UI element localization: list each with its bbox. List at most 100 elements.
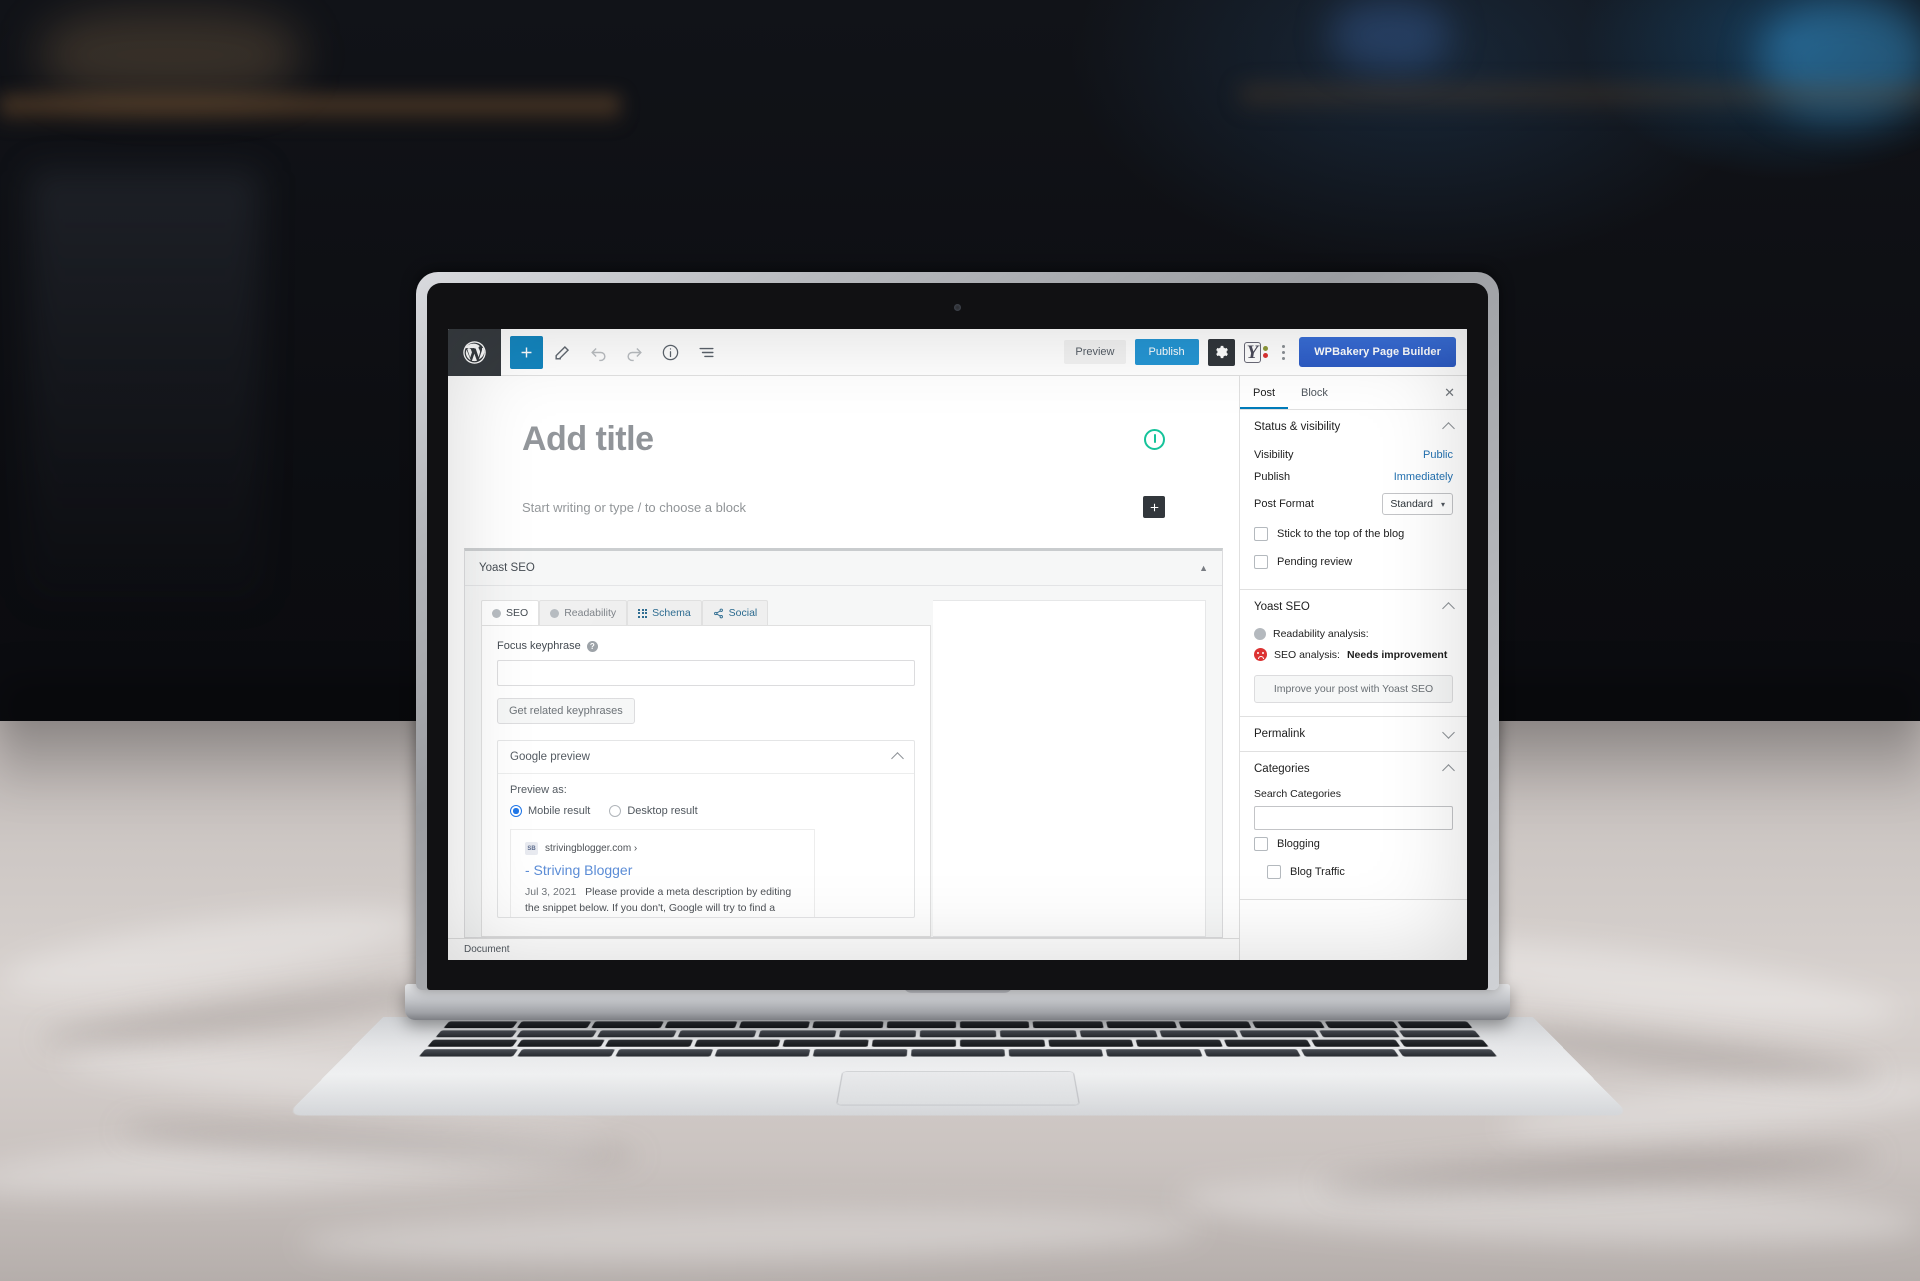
key-row [427, 1039, 1489, 1047]
seo-bullet-icon [492, 608, 501, 618]
schema-grid-icon [638, 608, 648, 618]
row-seo-analysis: SEO analysis: Needs improvement [1254, 644, 1453, 665]
metabox-header[interactable]: Yoast SEO ▲ [465, 551, 1222, 586]
serp-preview[interactable]: SB strivingblogger.com › - Striving Blog… [510, 829, 816, 917]
gray-bullet-icon [1254, 628, 1266, 640]
editor-body: Add title Start writing or type / to cho… [448, 376, 1467, 960]
visibility-value[interactable]: Public [1423, 449, 1453, 461]
get-related-keyphrases-button[interactable]: Get related keyphrases [497, 698, 635, 724]
section-status-visibility: Status & visibility Visibility Public Pu… [1240, 410, 1467, 590]
radio-mobile-result[interactable]: Mobile result [510, 805, 590, 817]
tab-social[interactable]: Social [701, 600, 769, 625]
chevron-up-icon[interactable] [1442, 602, 1455, 615]
post-title-input[interactable]: Add title [522, 420, 654, 459]
metabox-body: SEO Readability Schema Social Focus keyp… [465, 586, 1222, 937]
tab-post[interactable]: Post [1240, 376, 1288, 409]
add-block-icon[interactable] [510, 335, 543, 369]
section-permalink-header[interactable]: Permalink [1240, 717, 1467, 751]
section-categories-title: Categories [1254, 763, 1310, 775]
section-yoast-seo-header[interactable]: Yoast SEO [1240, 590, 1467, 624]
focus-keyphrase-input[interactable] [497, 660, 915, 686]
checkbox-category-blogging[interactable]: Blogging [1254, 830, 1453, 858]
tab-schema[interactable]: Schema [627, 600, 702, 625]
wpbakery-page-builder-button[interactable]: WPBakery Page Builder [1299, 337, 1456, 367]
preview-as-label: Preview as: [510, 784, 567, 796]
yoast-tabs: SEO Readability Schema Social [481, 600, 931, 625]
readability-bullet-icon [550, 608, 560, 618]
serp-date: Jul 3, 2021 [525, 886, 577, 898]
background-shelf-right [1240, 86, 1920, 108]
metabox-title: Yoast SEO [479, 562, 535, 574]
yoast-seo-metabox: Yoast SEO ▲ SEO Readability Schema Socia… [464, 548, 1223, 938]
checkbox-sticky-post[interactable]: Stick to the top of the blog [1254, 520, 1453, 548]
google-preview-header[interactable]: Google preview [498, 741, 914, 774]
chevron-down-icon[interactable] [1442, 726, 1455, 739]
background-blur-warm [40, 10, 300, 100]
chevron-down-icon: ▾ [1440, 499, 1445, 509]
laptop-lid: Preview Publish Y WPBakery Page Builder … [416, 272, 1499, 990]
close-icon[interactable]: ✕ [1432, 385, 1467, 401]
metabox-left-column: SEO Readability Schema Social Focus keyp… [481, 600, 931, 937]
radio-desktop-result[interactable]: Desktop result [609, 805, 698, 817]
info-icon[interactable] [654, 336, 687, 369]
screen-bezel: Preview Publish Y WPBakery Page Builder … [427, 283, 1488, 990]
chevron-up-icon[interactable] [1442, 764, 1455, 777]
title-row: Add title [522, 420, 1165, 459]
metabox-right-column [932, 600, 1206, 937]
chevron-up-icon[interactable] [1442, 422, 1455, 435]
help-icon[interactable]: ? [586, 640, 598, 652]
section-yoast-seo-title: Yoast SEO [1254, 601, 1310, 613]
row-readability-analysis: Readability analysis: [1254, 624, 1453, 644]
tab-block[interactable]: Block [1288, 376, 1341, 409]
laptop-keyboard [285, 1017, 1631, 1116]
editor-toolbar: Preview Publish Y WPBakery Page Builder [448, 329, 1467, 376]
checkbox-category-blog-traffic[interactable]: Blog Traffic [1254, 858, 1453, 886]
toolbar-left-group [501, 335, 723, 369]
paragraph-block-input[interactable]: Start writing or type / to choose a bloc… [522, 500, 746, 515]
site-favicon-icon: SB [525, 842, 538, 855]
preview-as-radios: Mobile result Desktop result [510, 805, 902, 817]
chevron-up-icon[interactable] [890, 752, 904, 765]
serp-domain: strivingblogger.com › [545, 843, 638, 854]
tab-schema-label: Schema [652, 607, 691, 619]
sidebar-tabs: Post Block ✕ [1240, 376, 1467, 410]
section-categories-header[interactable]: Categories [1240, 752, 1467, 786]
yoast-seo-icon[interactable]: Y [1243, 341, 1269, 363]
radio-unselected-icon [609, 805, 622, 817]
serp-title: - Striving Blogger [525, 862, 633, 878]
tab-seo[interactable]: SEO [481, 600, 540, 625]
section-status-visibility-header[interactable]: Status & visibility [1240, 410, 1467, 444]
wordpress-logo-icon[interactable] [448, 329, 501, 376]
google-preview-title: Google preview [510, 751, 590, 763]
document-breadcrumb[interactable]: Document [464, 944, 510, 955]
improve-post-button[interactable]: Improve your post with Yoast SEO [1254, 675, 1453, 703]
list-view-icon[interactable] [690, 336, 723, 369]
undo-icon[interactable] [582, 336, 615, 369]
edit-pencil-icon[interactable] [546, 336, 579, 369]
key-row [435, 1030, 1481, 1038]
paragraph-row: Start writing or type / to choose a bloc… [522, 496, 1165, 518]
publish-value[interactable]: Immediately [1394, 471, 1453, 483]
gear-icon[interactable] [1207, 338, 1235, 366]
publish-button[interactable]: Publish [1134, 339, 1199, 365]
block-inserter-button[interactable] [1143, 496, 1165, 518]
yoast-status-dots [1263, 346, 1269, 358]
google-preview-body: Preview as: Mobile result Desktop result… [498, 774, 914, 917]
preview-button[interactable]: Preview [1064, 340, 1126, 364]
seo-analysis-label: SEO analysis: [1274, 648, 1340, 661]
post-format-label: Post Format [1254, 498, 1314, 510]
search-categories-input[interactable] [1254, 806, 1453, 830]
row-post-format: Post Format Standard ▾ [1254, 488, 1453, 520]
section-permalink-title: Permalink [1254, 728, 1306, 740]
toolbar-right-group: Preview Publish Y WPBakery Page Builder [1064, 337, 1467, 367]
background-blur-blue-2 [1330, 0, 1450, 70]
tab-readability[interactable]: Readability [539, 600, 628, 625]
checkbox-pending-review[interactable]: Pending review [1254, 548, 1453, 576]
collapse-triangle-icon[interactable]: ▲ [1199, 563, 1208, 573]
grammarly-icon[interactable] [1144, 429, 1165, 450]
kebab-menu-icon[interactable] [1277, 344, 1290, 360]
post-format-select[interactable]: Standard ▾ [1382, 493, 1453, 515]
redo-icon[interactable] [618, 336, 651, 369]
serp-description: Jul 3, 2021 Please provide a meta descri… [525, 884, 800, 917]
checkbox-pending-review-label: Pending review [1277, 556, 1353, 568]
